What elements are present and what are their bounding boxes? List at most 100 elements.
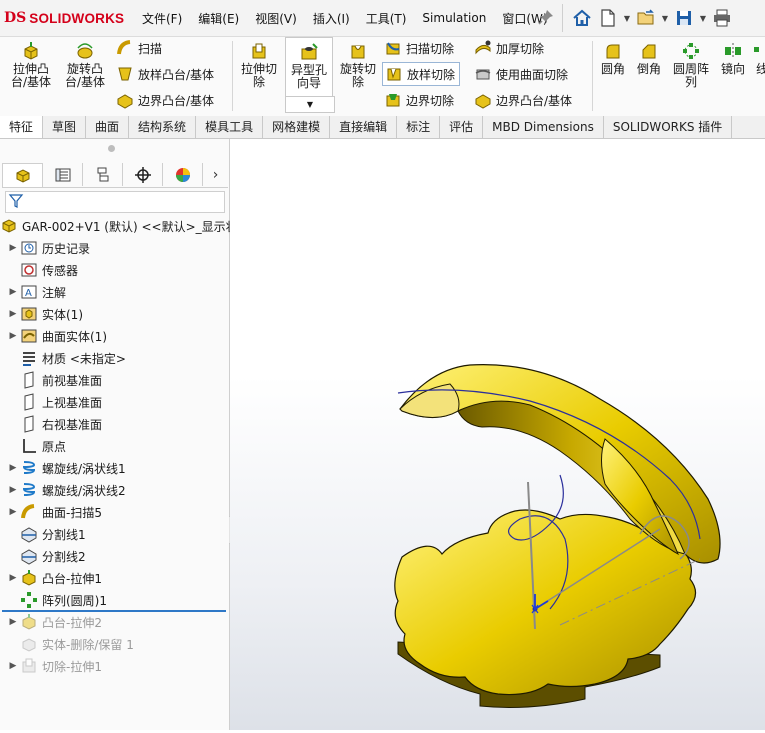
split-line-icon <box>20 547 38 565</box>
revolve-cut-button[interactable]: 旋转切 除 <box>336 41 380 89</box>
configurationmanager-tab-icon[interactable] <box>83 163 123 186</box>
tree-item[interactable]: ▶ 切除-拉伸1 <box>0 655 229 677</box>
dimxpertmanager-tab-icon[interactable] <box>123 163 163 186</box>
tree-item[interactable]: ▶ 实体(1) <box>0 303 229 325</box>
tree-item[interactable]: 右视基准面 <box>0 413 229 435</box>
tab-features[interactable]: 特征 <box>0 116 44 138</box>
menu-tools[interactable]: 工具(T) <box>358 10 415 27</box>
expand-arrow-icon[interactable]: ▶ <box>6 331 20 341</box>
tab-mold-tools[interactable]: 模具工具 <box>196 116 264 138</box>
tab-solidworks-addins[interactable]: SOLIDWORKS 插件 <box>604 116 733 138</box>
expand-arrow-icon[interactable]: ▶ <box>6 485 20 495</box>
boundary-boss-icon <box>474 91 492 109</box>
tree-filter-input[interactable] <box>5 191 225 213</box>
tree-item[interactable]: ▶ 螺旋线/涡状线2 <box>0 479 229 501</box>
featuremanager-tab-icon[interactable] <box>2 163 43 187</box>
helix-icon <box>20 481 38 499</box>
sweep-cut-button[interactable]: 扫描切除 <box>384 37 454 59</box>
tree-item[interactable]: 传感器 <box>0 259 229 281</box>
tree-item[interactable]: 实体-删除/保留 1 <box>0 633 229 655</box>
quick-access-toolbar: ▼ ▼ ▼ <box>562 4 735 32</box>
surface-bodies-icon <box>20 327 38 345</box>
tree-item[interactable]: 分割线1 <box>0 523 229 545</box>
revolve-boss-button[interactable]: 旋转凸 台/基体 <box>60 41 110 89</box>
expand-arrow-icon[interactable]: ▶ <box>6 243 20 253</box>
home-icon[interactable] <box>569 5 595 31</box>
menu-file[interactable]: 文件(F) <box>134 10 190 27</box>
loft-boss-button[interactable]: 放样凸台/基体 <box>116 63 214 85</box>
expand-arrow-icon[interactable]: ▶ <box>6 507 20 517</box>
tree-item[interactable]: ▶ A 注解 <box>0 281 229 303</box>
surface-cut-button[interactable]: 使用曲面切除 <box>474 63 568 85</box>
circular-pattern-label: 圆周阵 列 <box>672 62 709 89</box>
expand-arrow-icon[interactable]: ▶ <box>6 573 20 583</box>
thicken-cut-button[interactable]: 加厚切除 <box>474 37 544 59</box>
tab-evaluate[interactable]: 评估 <box>440 116 484 138</box>
hole-wizard-button[interactable]: 异型孔 向导 <box>285 37 333 101</box>
loft-cut-button[interactable]: 放样切除 <box>382 62 461 86</box>
expand-arrow-icon[interactable]: ▶ <box>6 661 20 671</box>
chevron-down-icon[interactable]: ▼ <box>285 96 335 113</box>
chamfer-button[interactable]: 倒角 <box>632 41 666 76</box>
chevron-down-icon[interactable]: ▼ <box>697 14 709 23</box>
displaymanager-tab-icon[interactable] <box>163 163 203 186</box>
tree-item[interactable]: 材质 <未指定> <box>0 347 229 369</box>
plane-icon <box>20 393 38 411</box>
boundary-boss-button-2[interactable]: 边界凸台/基体 <box>474 89 572 111</box>
expand-arrow-icon[interactable]: ▶ <box>6 287 20 297</box>
expand-arrow-icon[interactable]: ▶ <box>6 463 20 473</box>
tree-item[interactable]: ▶ 螺旋线/涡状线1 <box>0 457 229 479</box>
panel-grip-handle[interactable] <box>108 145 115 152</box>
chevron-down-icon[interactable]: ▼ <box>621 14 633 23</box>
tree-item[interactable]: 上视基准面 <box>0 391 229 413</box>
solidworks-logo[interactable]: DS SOLIDWORKS <box>4 9 124 27</box>
tree-item[interactable]: ▶ 凸台-拉伸1 <box>0 567 229 589</box>
chevron-right-icon[interactable]: › <box>203 163 228 187</box>
sensor-icon <box>20 261 38 279</box>
tab-direct-editing[interactable]: 直接编辑 <box>330 116 398 138</box>
mirror-button[interactable]: 镜向 <box>716 41 750 76</box>
expand-arrow-icon[interactable]: ▶ <box>6 617 20 627</box>
extrude-boss-button[interactable]: 拉伸凸 台/基体 <box>6 41 56 89</box>
boundary-cut-button[interactable]: 边界切除 <box>384 89 454 111</box>
tree-item[interactable]: 原点 <box>0 435 229 457</box>
sweep-cut-label: 扫描切除 <box>406 41 455 56</box>
tab-mbd-dimensions[interactable]: MBD Dimensions <box>483 116 604 138</box>
open-folder-icon[interactable] <box>633 5 659 31</box>
tab-sketch[interactable]: 草图 <box>43 116 87 138</box>
command-tabs: 特征 草图 曲面 结构系统 模具工具 网格建模 直接编辑 标注 评估 MBD D… <box>0 116 765 139</box>
new-document-icon[interactable] <box>595 5 621 31</box>
part-model-view[interactable] <box>230 139 765 730</box>
tree-item[interactable]: 分割线2 <box>0 545 229 567</box>
tab-structure-system[interactable]: 结构系统 <box>129 116 197 138</box>
tree-root-part[interactable]: GAR-002+V1 (默认) <<默认>_显示状 <box>0 215 238 237</box>
tree-item[interactable]: 阵列(圆周)1 <box>0 589 229 611</box>
tree-item[interactable]: ▶ 凸台-拉伸2 <box>0 611 229 633</box>
tab-surfaces[interactable]: 曲面 <box>86 116 130 138</box>
linear-pattern-button[interactable]: 线 <box>752 41 765 76</box>
tab-markup[interactable]: 标注 <box>397 116 441 138</box>
expand-arrow-icon[interactable]: ▶ <box>6 309 20 319</box>
tree-item[interactable]: ▶ 历史记录 <box>0 237 229 259</box>
menu-edit[interactable]: 编辑(E) <box>190 10 247 27</box>
save-icon[interactable] <box>671 5 697 31</box>
menu-simulation[interactable]: Simulation <box>414 11 494 25</box>
tree-item[interactable]: 前视基准面 <box>0 369 229 391</box>
fillet-button[interactable]: 圆角 <box>596 41 630 76</box>
print-icon[interactable] <box>709 5 735 31</box>
pin-icon[interactable] <box>537 9 555 27</box>
menu-view[interactable]: 视图(V) <box>247 10 305 27</box>
loft-boss-icon <box>116 65 134 83</box>
rollback-bar[interactable] <box>2 610 226 612</box>
boundary-boss-button[interactable]: 边界凸台/基体 <box>116 89 214 111</box>
circular-pattern-button[interactable]: 圆周阵 列 <box>668 41 714 89</box>
extrude-cut-button[interactable]: 拉伸切 除 <box>236 41 282 89</box>
graphics-viewport[interactable] <box>230 139 765 730</box>
menu-insert[interactable]: 插入(I) <box>305 10 358 27</box>
chevron-down-icon[interactable]: ▼ <box>659 14 671 23</box>
tree-item[interactable]: ▶ 曲面实体(1) <box>0 325 229 347</box>
tree-item[interactable]: ▶ 曲面-扫描5 <box>0 501 229 523</box>
sweep-button[interactable]: 扫描 <box>116 37 162 59</box>
tab-mesh-modeling[interactable]: 网格建模 <box>263 116 331 138</box>
propertymanager-tab-icon[interactable] <box>43 163 83 186</box>
